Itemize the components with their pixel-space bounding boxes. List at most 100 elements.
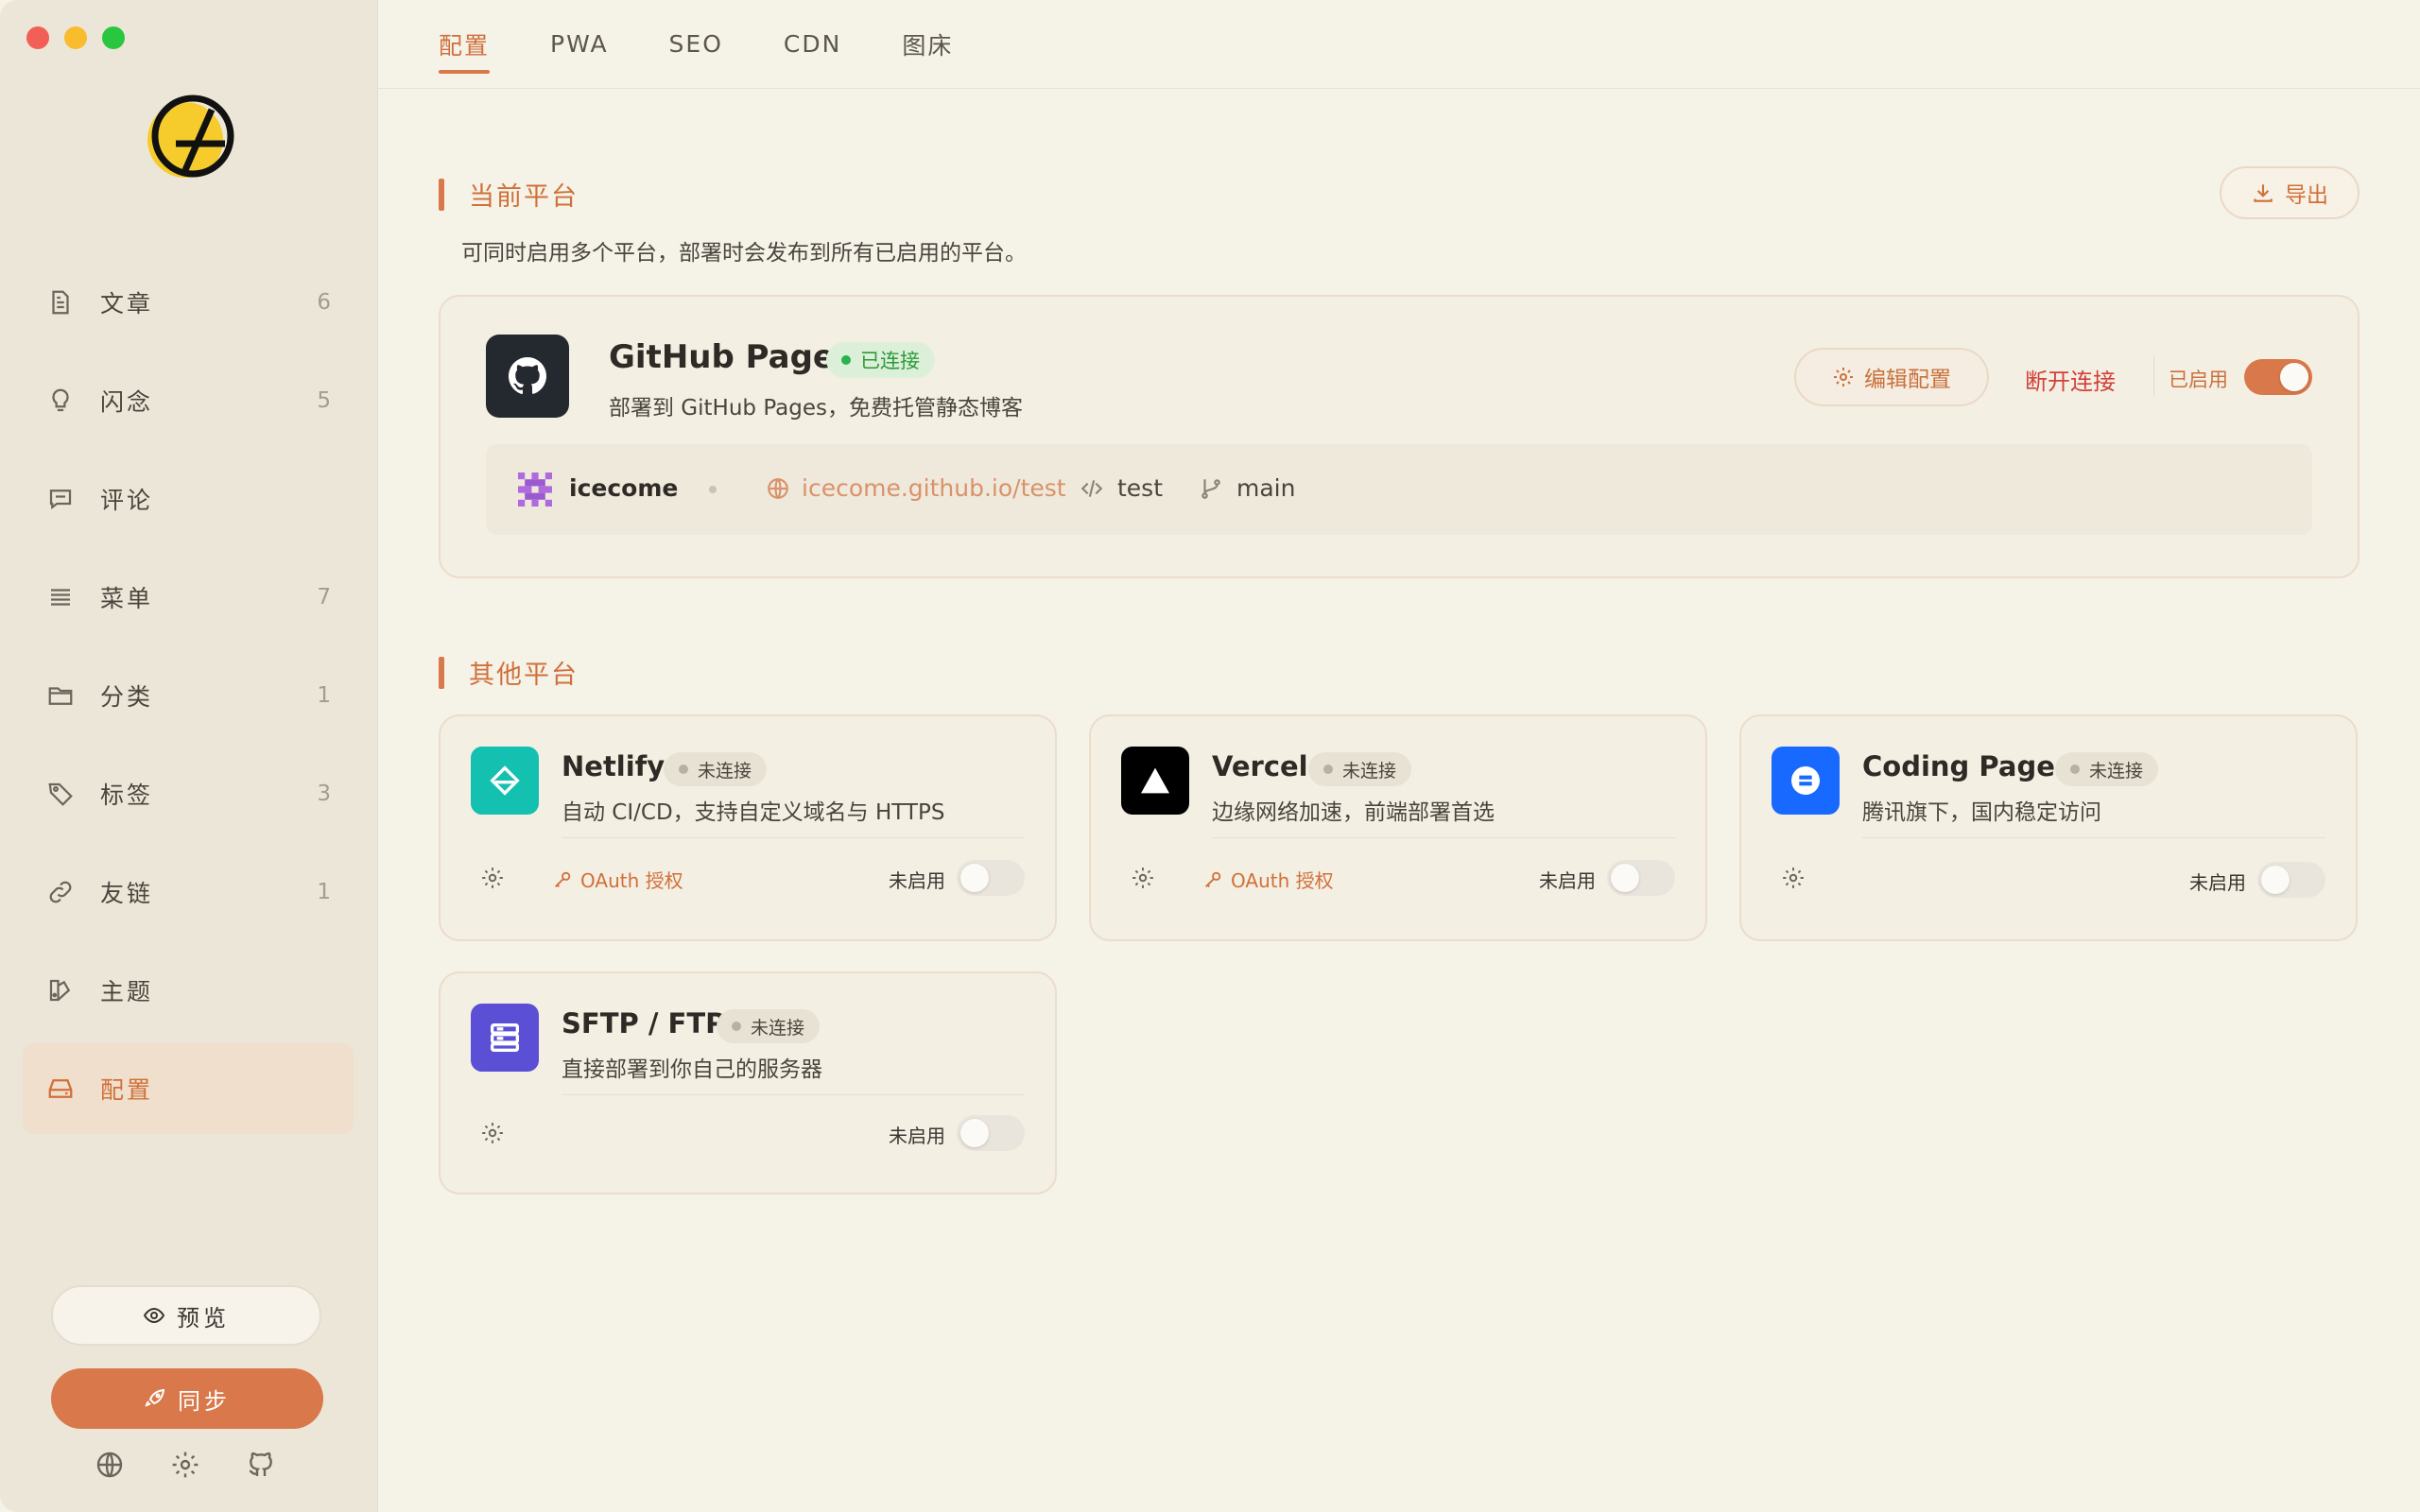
gear-icon (1834, 368, 1853, 387)
git-branch-icon (1201, 478, 1220, 499)
branch-name: main (1199, 474, 1295, 502)
divider (1212, 837, 1675, 838)
tab-seo[interactable]: SEO (669, 0, 723, 89)
platform-name: GitHub Pages (609, 338, 855, 376)
netlify-logo-icon (471, 747, 539, 815)
oauth-button[interactable]: OAuth 授权 (1202, 866, 1334, 893)
tab-image-host[interactable]: 图床 (902, 0, 953, 89)
status-badge: 未连接 (1308, 752, 1412, 786)
sidebar-item-memos[interactable]: 闪念 5 (23, 355, 354, 446)
status-dot-icon (1323, 765, 1333, 774)
sidebar-item-label: 菜单 (100, 585, 154, 612)
platform-card-netlify: Netlify 未连接 自动 CI/CD，支持自定义域名与 HTTPS OAut… (439, 714, 1057, 941)
key-icon (1205, 871, 1221, 887)
sync-label: 同步 (178, 1387, 231, 1415)
platform-name: SFTP / FTP (562, 1007, 726, 1040)
enable-toggle[interactable] (2244, 359, 2312, 395)
sidebar-item-label: 主题 (100, 978, 154, 1005)
enabled-label: 已启用 (2169, 369, 2228, 391)
status-badge: 未连接 (717, 1009, 821, 1043)
settings-gear-icon[interactable] (480, 1121, 507, 1147)
sidebar-item-label: 闪念 (100, 388, 154, 416)
site-url-link[interactable]: icecome.github.io/test (766, 474, 1066, 502)
sidebar-item-theme[interactable]: 主题 (23, 945, 354, 1036)
sync-button[interactable]: 同步 (51, 1368, 323, 1429)
disabled-label: 未启用 (1539, 869, 1596, 892)
preview-button[interactable]: 预览 (51, 1285, 321, 1346)
platform-card-vercel: Vercel 未连接 边缘网络加速，前端部署首选 OAuth 授权 未启用 (1089, 714, 1707, 941)
sidebar-item-label: 评论 (100, 487, 154, 514)
globe-icon (768, 477, 788, 499)
drive-icon (45, 1074, 76, 1104)
document-icon (45, 287, 76, 318)
oauth-label: OAuth 授权 (580, 869, 683, 892)
download-icon (2254, 184, 2273, 202)
github-icon[interactable] (246, 1450, 276, 1480)
github-logo-icon (486, 335, 569, 418)
platform-name: Netlify (562, 750, 666, 782)
separator-dot (709, 486, 717, 493)
platform-card-sftp: SFTP / FTP 未连接 直接部署到你自己的服务器 未启用 (439, 971, 1057, 1194)
settings-gear-icon[interactable] (480, 866, 507, 892)
tab-config[interactable]: 配置 (439, 0, 491, 89)
settings-gear-icon[interactable] (1781, 866, 1807, 892)
repo-info-bar: icecome icecome.github.io/test test main (486, 444, 2312, 535)
current-platform-title: 当前平台 (439, 176, 579, 213)
comment-icon (45, 484, 76, 514)
disabled-label: 未启用 (2189, 871, 2246, 894)
gear-icon[interactable] (170, 1450, 200, 1480)
disabled-label: 未启用 (889, 869, 945, 892)
platform-desc: 直接部署到你自己的服务器 (562, 1057, 822, 1082)
sidebar-item-links[interactable]: 友链 1 (23, 847, 354, 937)
enable-toggle[interactable] (1607, 860, 1675, 896)
code-icon (1080, 479, 1103, 497)
sidebar-item-comments[interactable]: 评论 (23, 454, 354, 544)
globe-icon[interactable] (95, 1450, 125, 1480)
vercel-logo-icon (1121, 747, 1189, 815)
status-text: 未连接 (751, 1017, 805, 1039)
platform-desc: 部署到 GitHub Pages，免费托管静态博客 (609, 396, 1023, 421)
current-platform-card: GitHub Pages 已连接 部署到 GitHub Pages，免费托管静态… (439, 295, 2360, 578)
window-controls (26, 26, 125, 49)
sidebar: 文章 6 闪念 5 评论 菜单 7 分类 1 标签 3 友链 1 主题 配置 预… (0, 0, 378, 1512)
oauth-button[interactable]: OAuth 授权 (552, 866, 683, 893)
status-text: 未连接 (698, 760, 752, 782)
site-url: icecome.github.io/test (802, 474, 1066, 502)
minimize-window-button[interactable] (64, 26, 87, 49)
platform-desc: 自动 CI/CD，支持自定义域名与 HTTPS (562, 800, 945, 825)
status-text: 未连接 (1342, 760, 1397, 782)
sidebar-item-categories[interactable]: 分类 1 (23, 650, 354, 741)
oauth-label: OAuth 授权 (1231, 869, 1334, 892)
status-text: 未连接 (2089, 760, 2144, 782)
repo-user: icecome (569, 474, 679, 502)
sidebar-nav: 文章 6 闪念 5 评论 菜单 7 分类 1 标签 3 友链 1 主题 配置 (23, 257, 354, 1142)
status-badge: 未连接 (664, 752, 768, 786)
tab-pwa[interactable]: PWA (550, 0, 609, 89)
sidebar-item-count: 6 (317, 290, 331, 315)
other-platforms-title: 其他平台 (439, 654, 579, 691)
disabled-label: 未启用 (889, 1125, 945, 1147)
theme-icon (45, 975, 76, 1005)
key-icon (555, 871, 571, 887)
platform-desc: 腾讯旗下，国内稳定访问 (1862, 800, 2101, 825)
sidebar-item-menus[interactable]: 菜单 7 (23, 552, 354, 643)
edit-config-button[interactable]: 编辑配置 (1794, 348, 1989, 406)
settings-gear-icon[interactable] (1131, 866, 1157, 892)
export-button[interactable]: 导出 (2220, 166, 2360, 219)
divider (562, 837, 1025, 838)
enable-toggle[interactable] (957, 860, 1025, 896)
tag-icon (45, 779, 76, 809)
sidebar-item-tags[interactable]: 标签 3 (23, 748, 354, 839)
divider (562, 1094, 1025, 1095)
enable-toggle[interactable] (957, 1115, 1025, 1151)
maximize-window-button[interactable] (102, 26, 125, 49)
tab-cdn[interactable]: CDN (784, 0, 841, 89)
disconnect-button[interactable]: 断开连接 (2025, 363, 2116, 396)
close-window-button[interactable] (26, 26, 49, 49)
preview-label: 预览 (177, 1304, 230, 1332)
enable-toggle[interactable] (2257, 862, 2325, 898)
sidebar-item-settings[interactable]: 配置 (23, 1043, 354, 1134)
sidebar-item-articles[interactable]: 文章 6 (23, 257, 354, 348)
server-logo-icon (471, 1004, 539, 1072)
status-dot-icon (2070, 765, 2080, 774)
